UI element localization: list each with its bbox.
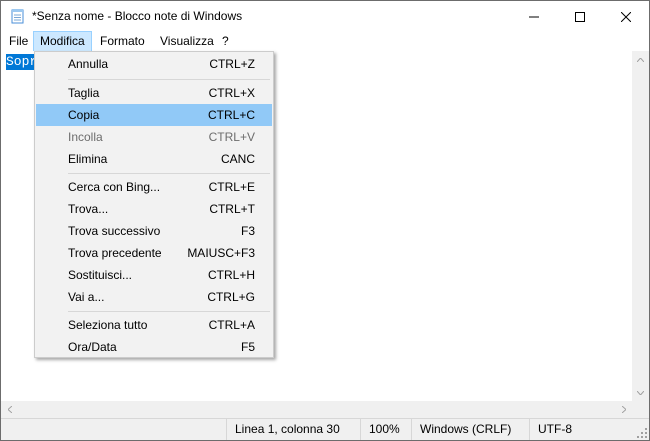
minimize-icon <box>529 16 539 17</box>
menu-item-seleziona-tutto[interactable]: Seleziona tutto CTRL+A <box>36 314 272 336</box>
menu-separator <box>68 79 270 80</box>
menu-item-label: Trova precedente <box>68 246 162 260</box>
menu-item-shortcut: F3 <box>240 224 255 238</box>
menu-item-incolla: Incolla CTRL+V <box>36 126 272 148</box>
selected-text[interactable]: Sopr <box>6 54 38 70</box>
menu-separator <box>68 311 270 312</box>
menu-item-shortcut: MAIUSC+F3 <box>187 246 255 260</box>
menu-item-cerca-con-bing[interactable]: Cerca con Bing... CTRL+E <box>36 176 272 198</box>
maximize-icon <box>575 11 585 22</box>
menu-separator <box>68 173 270 174</box>
menu-item-sostituisci[interactable]: Sostituisci... CTRL+H <box>36 264 272 286</box>
menu-item-label: Annulla <box>68 57 109 71</box>
menu-item-trova-successivo[interactable]: Trova successivo F3 <box>36 220 272 242</box>
status-cursor-position: Linea 1, colonna 30 <box>226 419 360 440</box>
title-bar[interactable]: *Senza nome - Blocco note di Windows <box>1 1 649 32</box>
maximize-button[interactable] <box>557 1 603 32</box>
menu-item-shortcut: CTRL+E <box>208 180 255 194</box>
notepad-window: *Senza nome - Blocco note di Windows Fil… <box>0 0 650 441</box>
scrollbar-corner <box>632 401 649 418</box>
menu-item-label: Incolla <box>68 130 103 144</box>
menu-item-copia[interactable]: Copia CTRL+C <box>36 104 272 126</box>
menu-item-label: Sostituisci... <box>68 268 133 282</box>
edit-menu-dropdown: Annulla CTRL+Z Taglia CTRL+X Copia CTRL+… <box>34 51 274 358</box>
menu-item-label: Cerca con Bing... <box>68 180 161 194</box>
menu-item-shortcut: CTRL+X <box>208 86 255 100</box>
menu-item-label: Trova successivo <box>68 224 161 238</box>
menu-item-trova[interactable]: Trova... CTRL+T <box>36 198 272 220</box>
scroll-right-arrow-icon[interactable] <box>615 401 632 418</box>
menu-item-vai-a[interactable]: Vai a... CTRL+G <box>36 286 272 308</box>
menu-item-shortcut: CANC <box>220 152 255 166</box>
menu-item-ora-data[interactable]: Ora/Data F5 <box>36 336 272 358</box>
menu-visualizza[interactable]: Visualizza <box>154 32 220 51</box>
status-encoding: UTF-8 <box>529 419 649 440</box>
scroll-up-arrow-icon[interactable] <box>632 51 649 68</box>
menu-item-trova-precedente[interactable]: Trova precedente MAIUSC+F3 <box>36 242 272 264</box>
menu-item-shortcut: CTRL+V <box>208 130 255 144</box>
menu-item-shortcut: CTRL+H <box>207 268 255 282</box>
minimize-button[interactable] <box>511 1 557 32</box>
close-button[interactable] <box>603 1 649 32</box>
status-bar: Linea 1, colonna 30 100% Windows (CRLF) … <box>1 418 649 440</box>
menu-item-label: Elimina <box>68 152 108 166</box>
close-icon <box>621 11 631 22</box>
menu-bar: File Modifica Formato Visualizza ? <box>1 31 649 52</box>
menu-item-taglia[interactable]: Taglia CTRL+X <box>36 82 272 104</box>
menu-modifica[interactable]: Modifica <box>33 31 92 52</box>
menu-help[interactable]: ? <box>216 32 235 51</box>
menu-item-shortcut: CTRL+T <box>209 202 255 216</box>
resize-grip-icon[interactable] <box>636 427 648 439</box>
menu-item-label: Seleziona tutto <box>68 318 148 332</box>
menu-item-shortcut: F5 <box>240 340 255 354</box>
menu-formato[interactable]: Formato <box>94 32 151 51</box>
menu-item-shortcut: CTRL+G <box>207 290 255 304</box>
menu-item-label: Ora/Data <box>68 340 117 354</box>
notepad-icon <box>10 8 26 24</box>
vertical-scrollbar[interactable] <box>632 51 649 401</box>
scroll-left-arrow-icon[interactable] <box>1 401 18 418</box>
menu-item-shortcut: CTRL+C <box>207 108 255 122</box>
scroll-down-arrow-icon[interactable] <box>632 384 649 401</box>
menu-item-label: Copia <box>68 108 100 122</box>
menu-item-label: Trova... <box>68 202 109 216</box>
menu-item-label: Taglia <box>68 86 100 100</box>
menu-item-label: Vai a... <box>68 290 105 304</box>
menu-item-shortcut: CTRL+Z <box>209 57 255 71</box>
window-title: *Senza nome - Blocco note di Windows <box>32 9 243 23</box>
status-zoom: 100% <box>360 419 411 440</box>
horizontal-scrollbar[interactable] <box>1 401 632 418</box>
menu-file[interactable]: File <box>3 32 34 51</box>
menu-item-elimina[interactable]: Elimina CANC <box>36 148 272 170</box>
status-line-ending: Windows (CRLF) <box>411 419 529 440</box>
menu-item-shortcut: CTRL+A <box>208 318 255 332</box>
menu-item-annulla[interactable]: Annulla CTRL+Z <box>36 53 272 75</box>
